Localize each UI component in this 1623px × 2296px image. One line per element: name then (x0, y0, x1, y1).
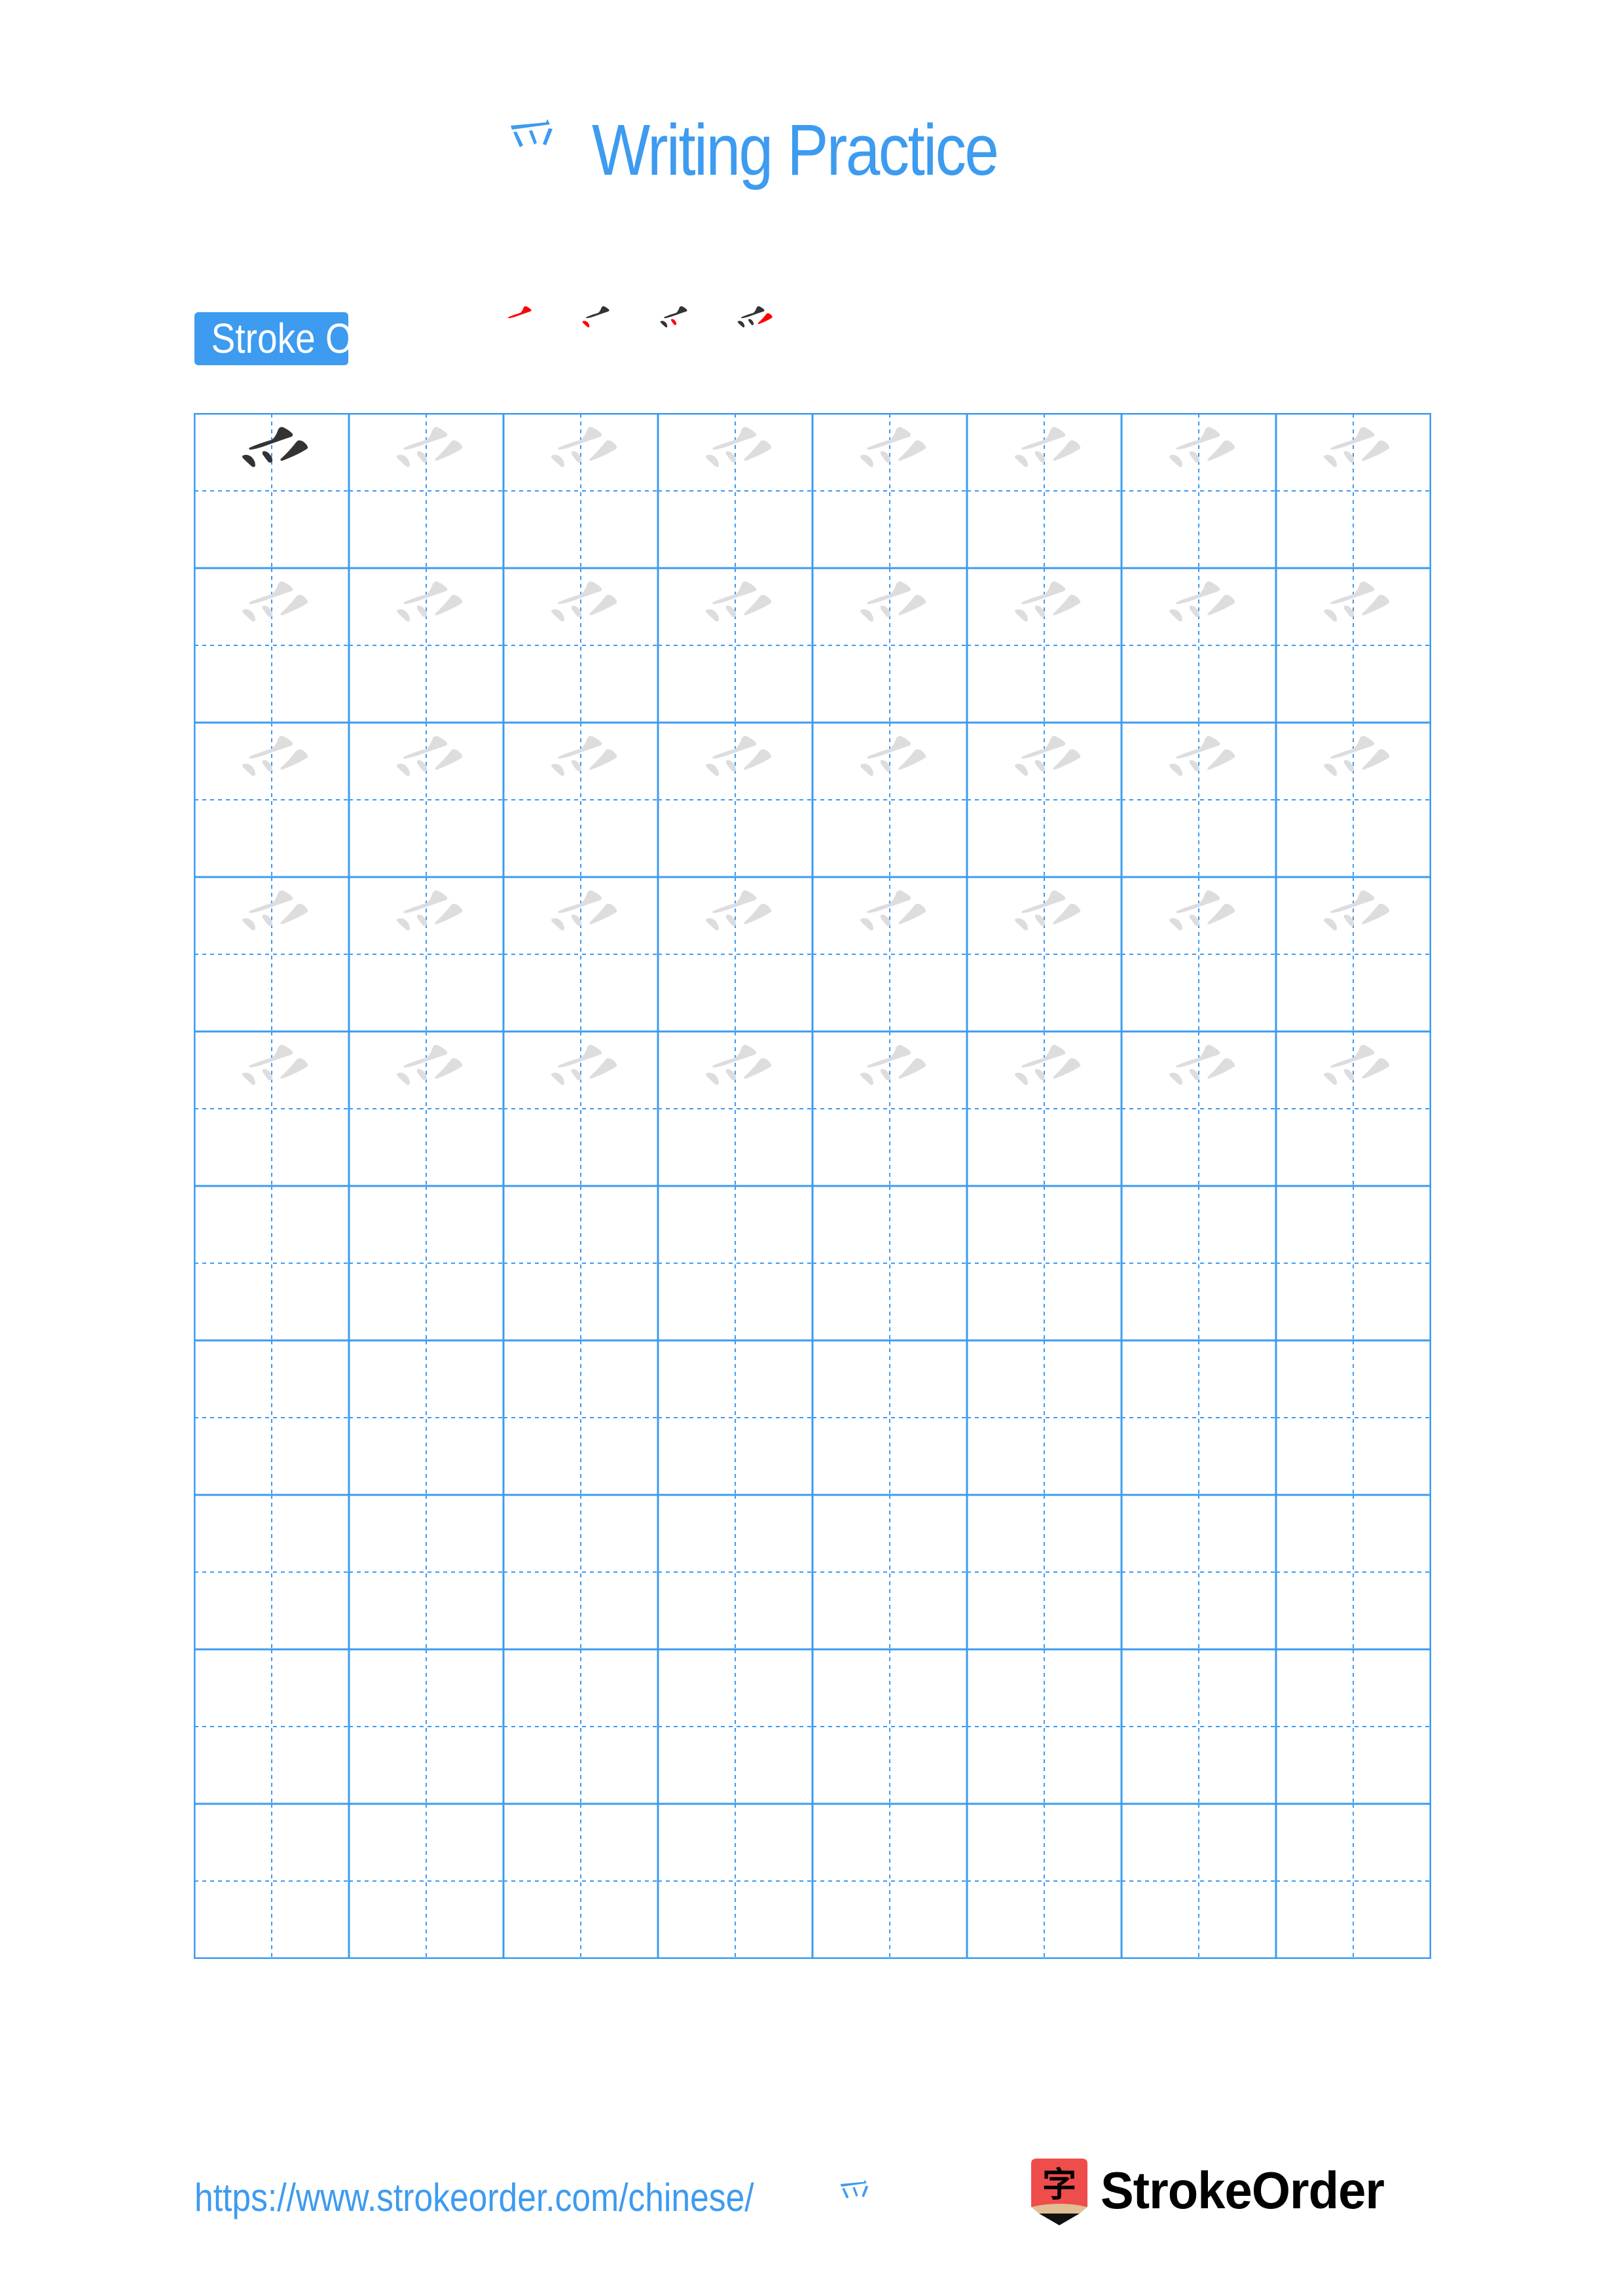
glyph-stroke-1 (508, 306, 532, 319)
logo-icon-character: 字 (1042, 2166, 1076, 2205)
stroke-order-step-4 (712, 299, 794, 381)
stroke-order-glyph-icon (582, 306, 610, 328)
title-text: Writing Practice (591, 110, 999, 190)
stroke-order-glyph-icon (737, 306, 773, 328)
stroke-order-badge: Stroke Order (194, 312, 348, 365)
footer-character-icon (840, 2179, 869, 2198)
title-character-icon (510, 119, 553, 147)
glyph-stroke-4 (757, 313, 773, 325)
glyph-stroke-1 (586, 306, 610, 319)
footer-url-text[interactable]: https://www.strokeorder.com/chinese/ (194, 2172, 754, 2224)
stroke-order-label: Stroke Order (211, 315, 348, 362)
footer-url[interactable]: https://www.strokeorder.com/chinese/ (194, 2172, 878, 2224)
stroke-order-step-3 (635, 299, 717, 381)
pencil-logo-icon: 字 (1031, 2159, 1087, 2225)
glyph-stroke-2 (582, 321, 590, 328)
strokeorder-logo[interactable]: 字 StrokeOrder (1030, 2157, 1429, 2225)
stroke-order-glyph-icon (660, 306, 687, 328)
glyph-stroke-2 (660, 321, 668, 328)
glyph-stroke-3 (671, 319, 677, 325)
glyph-stroke-1 (664, 306, 687, 319)
page-title: Writing Practice (0, 98, 1623, 203)
practice-grid (194, 413, 1431, 1959)
stroke-order-glyph-icon (508, 306, 532, 319)
stroke-order-step-2 (557, 299, 639, 381)
logo-text: StrokeOrder (1101, 2161, 1385, 2219)
stroke-order-step-1 (479, 299, 561, 381)
glyph-stroke-2 (737, 321, 745, 328)
glyph-stroke-1 (741, 306, 765, 319)
grid-borders (194, 413, 1431, 1959)
glyph-stroke-3 (748, 319, 754, 325)
